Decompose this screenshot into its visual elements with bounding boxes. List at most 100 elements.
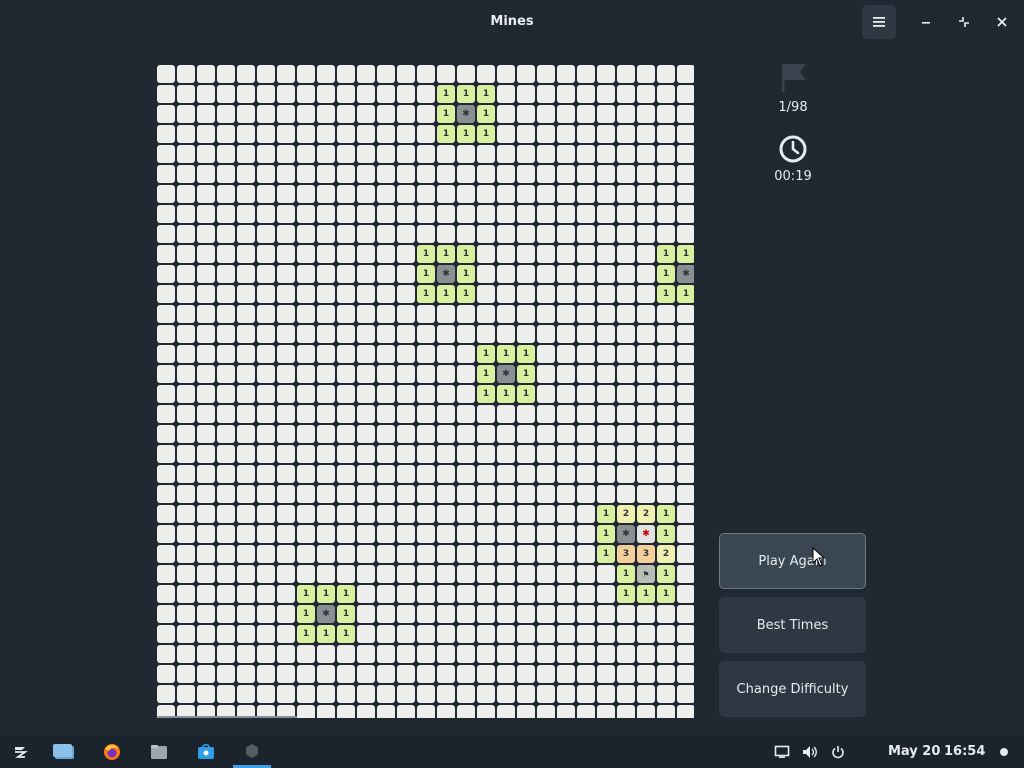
cell-unrevealed[interactable] <box>237 565 255 583</box>
cell-unrevealed[interactable] <box>357 105 375 123</box>
cell-unrevealed[interactable] <box>337 325 355 343</box>
close-button[interactable] <box>992 12 1012 32</box>
cell-unrevealed[interactable] <box>337 145 355 163</box>
cell-unrevealed[interactable] <box>277 625 295 643</box>
cell-unrevealed[interactable] <box>377 65 395 83</box>
cell-unrevealed[interactable] <box>357 505 375 523</box>
cell-unrevealed[interactable] <box>157 665 175 683</box>
cell-unrevealed[interactable] <box>577 265 595 283</box>
cell-unrevealed[interactable] <box>517 285 535 303</box>
cell-unrevealed[interactable] <box>357 325 375 343</box>
cell-unrevealed[interactable] <box>657 205 675 223</box>
cell-unrevealed[interactable] <box>277 145 295 163</box>
cell-unrevealed[interactable] <box>577 305 595 323</box>
cell-unrevealed[interactable] <box>297 385 315 403</box>
cell-unrevealed[interactable] <box>297 145 315 163</box>
cell-unrevealed[interactable] <box>217 125 235 143</box>
cell-unrevealed[interactable] <box>277 485 295 503</box>
cell-unrevealed[interactable] <box>397 305 415 323</box>
cell-unrevealed[interactable] <box>497 245 515 263</box>
cell-unrevealed[interactable] <box>577 625 595 643</box>
cell-unrevealed[interactable] <box>677 305 694 323</box>
cell-unrevealed[interactable] <box>297 565 315 583</box>
cell-unrevealed[interactable] <box>677 345 694 363</box>
cell-unrevealed[interactable] <box>157 245 175 263</box>
cell-unrevealed[interactable] <box>657 305 675 323</box>
cell-unrevealed[interactable] <box>377 325 395 343</box>
cell-unrevealed[interactable] <box>277 305 295 323</box>
cell-unrevealed[interactable] <box>597 605 615 623</box>
cell-unrevealed[interactable] <box>337 165 355 183</box>
cell-unrevealed[interactable] <box>577 325 595 343</box>
cell-unrevealed[interactable] <box>157 425 175 443</box>
cell-unrevealed[interactable] <box>357 625 375 643</box>
cell-unrevealed[interactable] <box>237 165 255 183</box>
cell-unrevealed[interactable] <box>637 365 655 383</box>
cell-unrevealed[interactable] <box>197 545 215 563</box>
cell-unrevealed[interactable] <box>217 345 235 363</box>
cell-unrevealed[interactable] <box>277 425 295 443</box>
cell-unrevealed[interactable] <box>417 645 435 663</box>
cell-unrevealed[interactable] <box>257 465 275 483</box>
cell-unrevealed[interactable] <box>557 365 575 383</box>
cell-unrevealed[interactable] <box>397 605 415 623</box>
cell-unrevealed[interactable] <box>637 605 655 623</box>
cell-unrevealed[interactable] <box>237 485 255 503</box>
cell-unrevealed[interactable] <box>457 665 475 683</box>
cell-unrevealed[interactable] <box>417 185 435 203</box>
cell-unrevealed[interactable] <box>397 705 415 718</box>
cell-unrevealed[interactable] <box>237 465 255 483</box>
cell-unrevealed[interactable] <box>397 185 415 203</box>
cell-unrevealed[interactable] <box>477 445 495 463</box>
cell-unrevealed[interactable] <box>297 285 315 303</box>
cell-unrevealed[interactable] <box>337 445 355 463</box>
cell-unrevealed[interactable] <box>317 205 335 223</box>
cell-unrevealed[interactable] <box>517 505 535 523</box>
cell-unrevealed[interactable] <box>397 245 415 263</box>
cell-unrevealed[interactable] <box>437 565 455 583</box>
cell-unrevealed[interactable] <box>377 505 395 523</box>
cell-unrevealed[interactable] <box>597 445 615 463</box>
cell-unrevealed[interactable] <box>537 365 555 383</box>
cell-unrevealed[interactable] <box>337 565 355 583</box>
cell-unrevealed[interactable] <box>237 505 255 523</box>
cell-unrevealed[interactable] <box>317 185 335 203</box>
cell-unrevealed[interactable] <box>237 545 255 563</box>
cell-unrevealed[interactable] <box>477 325 495 343</box>
cell-unrevealed[interactable] <box>337 505 355 523</box>
cell-unrevealed[interactable] <box>577 125 595 143</box>
cell-unrevealed[interactable] <box>617 485 635 503</box>
cell-unrevealed[interactable] <box>317 305 335 323</box>
cell-unrevealed[interactable] <box>217 445 235 463</box>
cell-unrevealed[interactable] <box>457 605 475 623</box>
cell-unrevealed[interactable] <box>617 465 635 483</box>
cell-unrevealed[interactable] <box>677 685 694 703</box>
cell-unrevealed[interactable] <box>357 145 375 163</box>
cell-unrevealed[interactable] <box>557 665 575 683</box>
cell-unrevealed[interactable] <box>397 645 415 663</box>
cell-unrevealed[interactable] <box>477 145 495 163</box>
cell-unrevealed[interactable] <box>277 165 295 183</box>
files-button[interactable] <box>147 736 171 768</box>
cell-unrevealed[interactable] <box>197 85 215 103</box>
cell-unrevealed[interactable] <box>677 605 694 623</box>
cell-unrevealed[interactable] <box>317 465 335 483</box>
cell-unrevealed[interactable] <box>417 225 435 243</box>
cell-unrevealed[interactable] <box>197 305 215 323</box>
cell-unrevealed[interactable] <box>617 385 635 403</box>
cell-unrevealed[interactable] <box>497 305 515 323</box>
cell-unrevealed[interactable] <box>457 165 475 183</box>
cell-unrevealed[interactable] <box>537 265 555 283</box>
cell-unrevealed[interactable] <box>157 625 175 643</box>
cell-unrevealed[interactable] <box>457 345 475 363</box>
cell-unrevealed[interactable] <box>497 605 515 623</box>
cell-unrevealed[interactable] <box>177 665 195 683</box>
cell-unrevealed[interactable] <box>497 105 515 123</box>
cell-unrevealed[interactable] <box>477 485 495 503</box>
cell-unrevealed[interactable] <box>477 405 495 423</box>
cell-unrevealed[interactable] <box>217 85 235 103</box>
cell-unrevealed[interactable] <box>677 225 694 243</box>
cell-unrevealed[interactable] <box>657 225 675 243</box>
cell-unrevealed[interactable] <box>217 545 235 563</box>
cell-unrevealed[interactable] <box>157 305 175 323</box>
